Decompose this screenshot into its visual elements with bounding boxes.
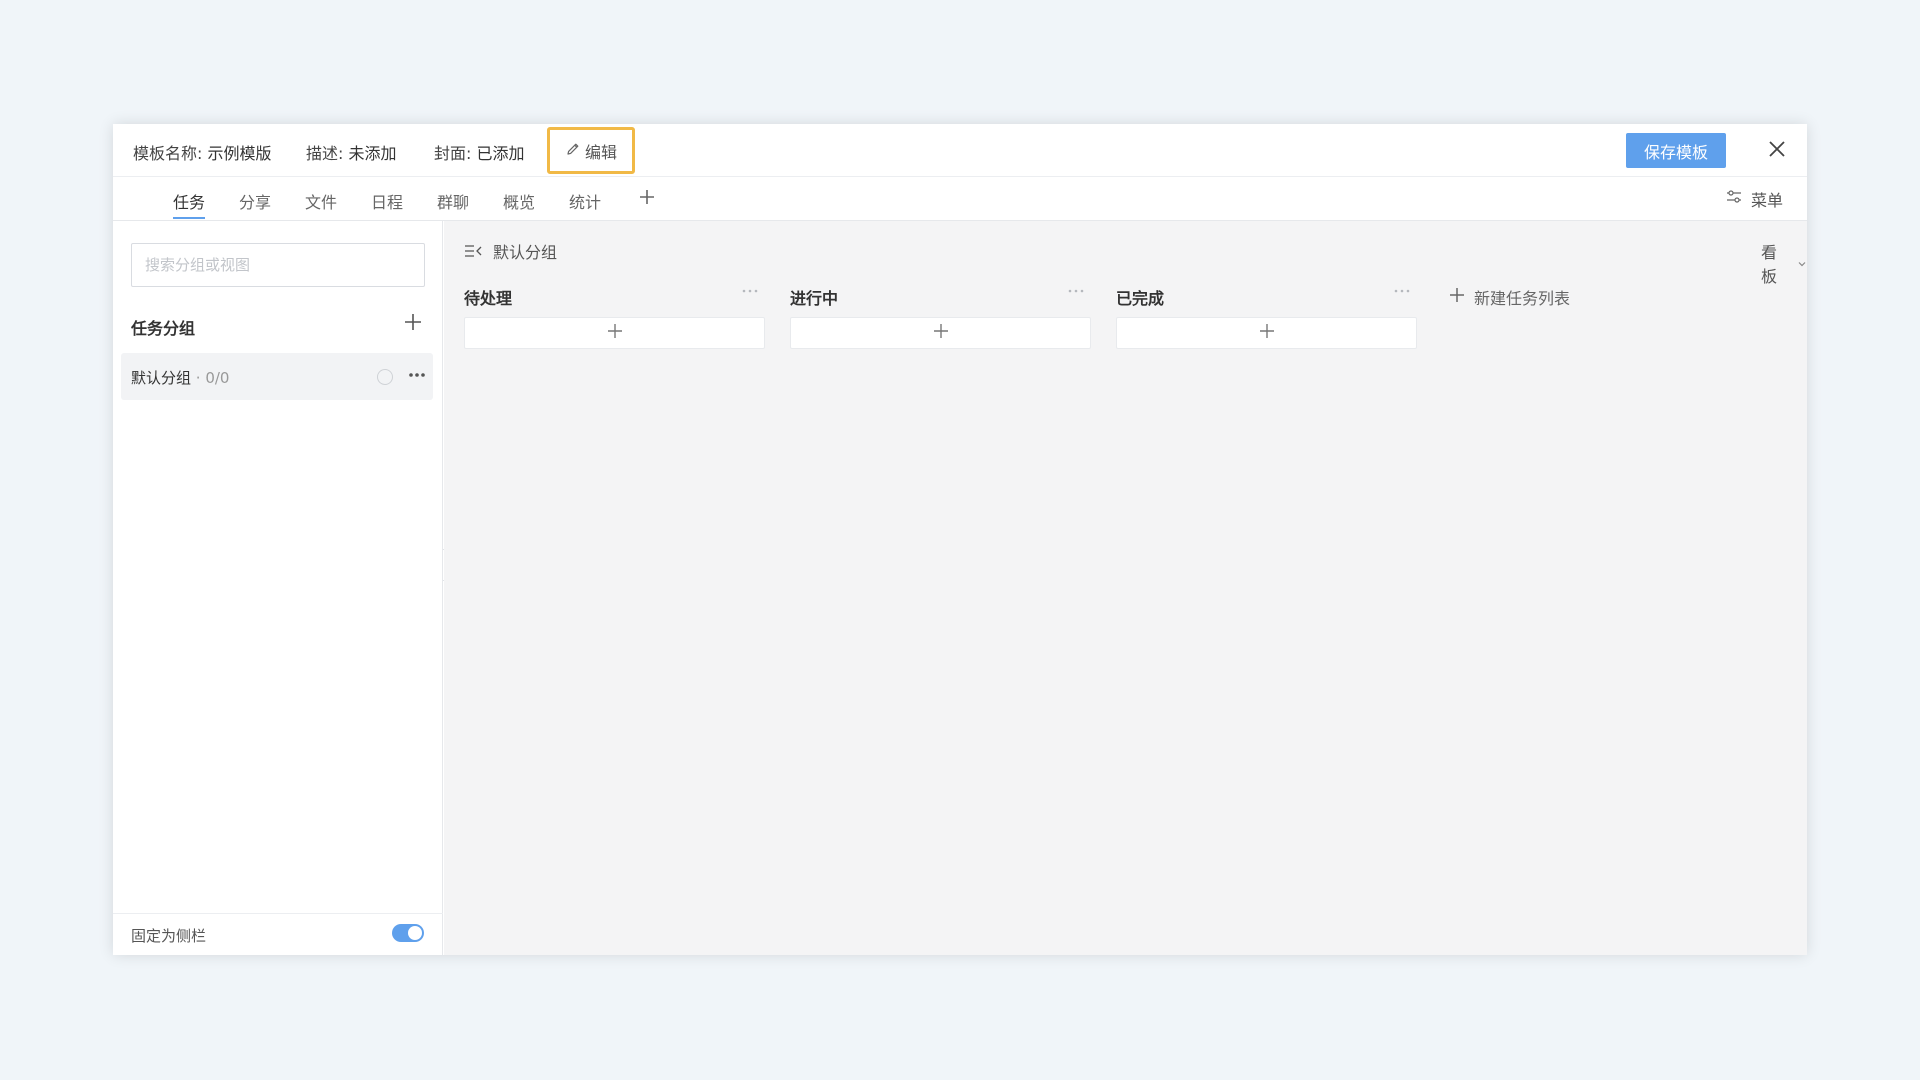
breadcrumb-group-name: 默认分组	[493, 243, 558, 262]
add-task-button[interactable]	[1116, 317, 1417, 349]
add-group-icon[interactable]	[400, 309, 426, 335]
new-task-list-button[interactable]: 新建任务列表	[1448, 285, 1570, 309]
breadcrumb: 默认分组	[464, 239, 557, 263]
template-description: 描述: 未添加	[306, 140, 397, 164]
toggle-sidebar-icon[interactable]	[464, 243, 484, 259]
view-mode-select[interactable]: 看板	[1761, 239, 1807, 287]
close-button[interactable]	[1763, 136, 1791, 164]
template-name-value: 示例模版	[207, 144, 272, 163]
template-name-label: 模板名称:	[133, 144, 203, 163]
menu-button[interactable]: 菜单	[1725, 187, 1783, 211]
column-more-icon[interactable]	[1393, 281, 1411, 300]
save-template-button[interactable]: 保存模板	[1626, 133, 1726, 168]
column-title: 待处理	[464, 289, 513, 308]
sidebar: 任务分组 默认分组 · 0/0 固定为侧栏	[113, 221, 443, 955]
tab-schedule[interactable]: 日程	[371, 189, 403, 213]
template-cover: 封面: 已添加	[434, 140, 525, 164]
pencil-icon	[565, 141, 581, 161]
sidebar-item-default-group[interactable]: 默认分组 · 0/0	[121, 353, 433, 400]
column-title: 已完成	[1116, 289, 1165, 308]
add-task-button[interactable]	[790, 317, 1091, 349]
sliders-icon	[1725, 188, 1743, 210]
close-icon	[1768, 140, 1786, 161]
template-name: 模板名称: 示例模版	[133, 140, 272, 164]
pin-sidebar-toggle[interactable]	[392, 924, 424, 942]
kanban-board: 默认分组 看板 筛选 待处理	[444, 221, 1807, 955]
column-title: 进行中	[790, 289, 839, 308]
plus-icon	[1258, 322, 1276, 344]
description-value: 未添加	[348, 144, 397, 163]
plus-icon	[932, 322, 950, 344]
search-input[interactable]	[131, 243, 425, 287]
edit-button[interactable]: 编辑	[547, 127, 635, 174]
menu-label: 菜单	[1751, 191, 1784, 210]
tab-overview[interactable]: 概览	[503, 189, 535, 213]
template-header: 模板名称: 示例模版 描述: 未添加 封面: 已添加 编辑 保存模板	[113, 124, 1807, 177]
tab-group-chat[interactable]: 群聊	[437, 189, 469, 213]
edit-label: 编辑	[584, 142, 617, 162]
cover-label: 封面:	[434, 144, 472, 163]
group-count: · 0/0	[195, 369, 230, 387]
description-label: 描述:	[306, 144, 344, 163]
template-editor-window: 模板名称: 示例模版 描述: 未添加 封面: 已添加 编辑 保存模板 任务 分享…	[113, 124, 1807, 955]
active-tab-indicator	[173, 217, 205, 219]
task-groups-title: 任务分组	[131, 319, 196, 338]
column-more-icon[interactable]	[741, 281, 759, 300]
tab-share[interactable]: 分享	[239, 189, 271, 213]
plus-icon	[1448, 286, 1466, 308]
group-item-label: 默认分组 · 0/0	[131, 367, 229, 388]
toggle-knob	[408, 926, 422, 940]
tab-bar: 任务 分享 文件 日程 群聊 概览 统计 菜单	[113, 178, 1807, 221]
pin-sidebar-label: 固定为侧栏	[131, 927, 207, 945]
add-tab-icon[interactable]	[635, 185, 659, 209]
tab-files[interactable]: 文件	[305, 189, 337, 213]
plus-icon	[606, 322, 624, 344]
sidebar-footer: 固定为侧栏	[113, 913, 443, 955]
tab-statistics[interactable]: 统计	[569, 189, 601, 213]
more-icon[interactable]	[406, 363, 428, 387]
new-task-list-label: 新建任务列表	[1474, 289, 1571, 308]
tab-tasks[interactable]: 任务	[173, 189, 205, 213]
column-more-icon[interactable]	[1067, 281, 1085, 300]
chevron-down-icon	[1797, 254, 1807, 273]
view-mode-label: 看板	[1761, 243, 1778, 286]
group-name: 默认分组	[131, 369, 192, 387]
circle-icon[interactable]	[377, 369, 393, 385]
cover-value: 已添加	[476, 144, 525, 163]
add-task-button[interactable]	[464, 317, 765, 349]
